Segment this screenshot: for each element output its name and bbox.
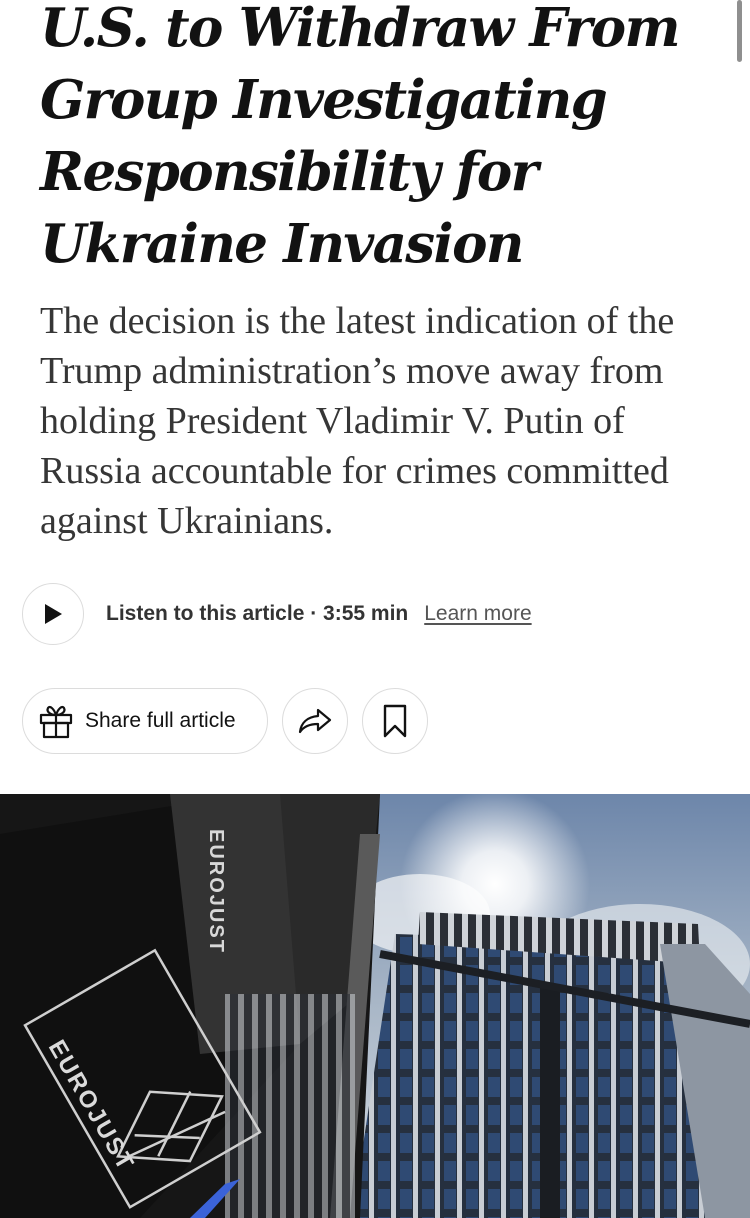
article-photo: EUROJUST EUROJUST — [0, 794, 750, 1218]
gift-icon — [39, 705, 73, 739]
bookmark-icon — [383, 704, 407, 738]
sign-vertical-text: EUROJUST — [205, 829, 227, 954]
listen-row: Listen to this article · 3:55 min Learn … — [22, 582, 722, 646]
share-full-article-label: Share full article — [85, 709, 236, 732]
article-summary: The decision is the latest indication of… — [40, 300, 675, 542]
share-toolbar: Share full article — [22, 688, 428, 754]
article-headline: U.S. to Withdraw From Group Investigatin… — [40, 0, 681, 275]
share-full-article-button[interactable]: Share full article — [22, 688, 268, 754]
bookmark-button[interactable] — [362, 688, 428, 754]
share-arrow-icon — [298, 708, 332, 734]
scrollbar[interactable] — [737, 0, 742, 62]
listen-label: Listen to this article · 3:55 min — [106, 602, 409, 625]
play-button[interactable] — [22, 583, 84, 645]
share-button[interactable] — [282, 688, 348, 754]
play-icon — [45, 604, 62, 624]
learn-more-link[interactable]: Learn more — [424, 602, 531, 626]
